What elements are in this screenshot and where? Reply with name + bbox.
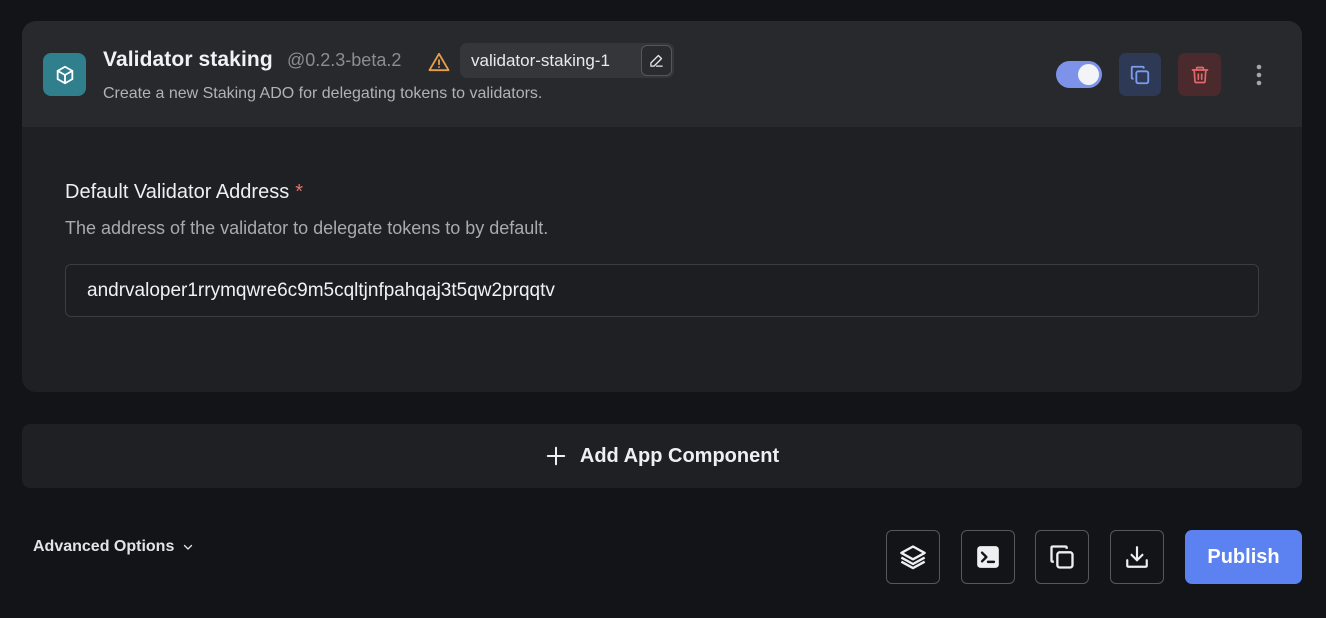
toggle-knob xyxy=(1078,64,1099,85)
required-marker: * xyxy=(295,181,303,203)
edit-name-button[interactable] xyxy=(641,45,672,76)
copy-config-button[interactable] xyxy=(1035,530,1089,584)
component-version: @0.2.3-beta.2 xyxy=(287,50,402,70)
field-label-text: Default Validator Address xyxy=(65,181,290,203)
more-vertical-icon xyxy=(1256,63,1262,87)
instance-name-chip: validator-staking-1 xyxy=(460,43,674,78)
validator-address-input[interactable] xyxy=(65,264,1259,317)
add-app-component-label: Add App Component xyxy=(579,444,780,467)
more-options-button[interactable] xyxy=(1244,57,1274,93)
terminal-button[interactable] xyxy=(961,530,1015,584)
field-help-text: The address of the validator to delegate… xyxy=(65,218,549,238)
download-button[interactable] xyxy=(1110,530,1164,584)
advanced-options-toggle[interactable]: Advanced Options xyxy=(33,538,194,556)
layers-icon xyxy=(899,543,927,571)
cube-icon xyxy=(43,53,86,96)
copy-icon xyxy=(1048,543,1076,571)
duplicate-component-button[interactable] xyxy=(1119,53,1161,96)
plus-icon xyxy=(545,445,567,467)
ado-card: Validator staking @0.2.3-beta.2 validato… xyxy=(22,21,1302,392)
component-title: Validator staking xyxy=(103,48,273,71)
trash-icon xyxy=(1190,64,1210,86)
ado-card-header: Validator staking @0.2.3-beta.2 validato… xyxy=(22,21,1302,127)
chevron-down-icon xyxy=(182,541,194,553)
delete-component-button[interactable] xyxy=(1178,53,1221,96)
field-label: Default Validator Address * xyxy=(65,181,303,204)
advanced-options-label: Advanced Options xyxy=(33,538,175,555)
instance-name: validator-staking-1 xyxy=(471,51,610,70)
copy-icon xyxy=(1129,64,1151,86)
layers-button[interactable] xyxy=(886,530,940,584)
enable-toggle[interactable] xyxy=(1056,61,1102,88)
component-description: Create a new Staking ADO for delegating … xyxy=(103,85,543,102)
pencil-icon xyxy=(649,53,664,68)
add-app-component-button[interactable]: Add App Component xyxy=(22,424,1302,488)
warning-icon[interactable] xyxy=(428,52,450,77)
download-icon xyxy=(1124,544,1150,570)
publish-button[interactable]: Publish xyxy=(1185,530,1302,584)
terminal-icon xyxy=(975,544,1001,570)
